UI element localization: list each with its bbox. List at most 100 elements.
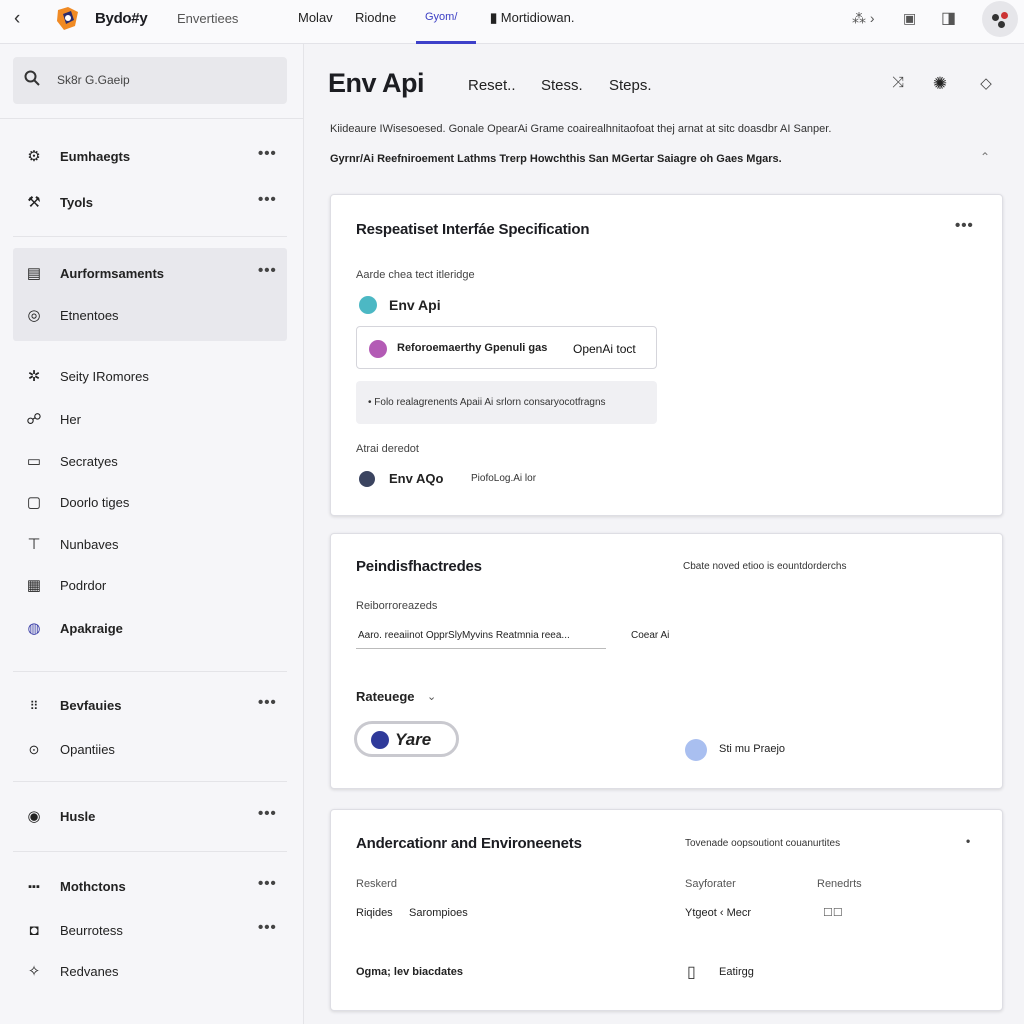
sidebar-item-seity-iromores[interactable]: ✲ Seity IRomores bbox=[0, 362, 303, 392]
nav-item-riodne[interactable]: Riodne bbox=[355, 10, 396, 25]
divider bbox=[13, 851, 287, 852]
more-icon[interactable]: ••• bbox=[258, 805, 277, 822]
more-icon[interactable]: • bbox=[966, 834, 971, 848]
column-header: Sayforater bbox=[685, 878, 736, 890]
section-heading[interactable]: Rateuege bbox=[356, 689, 415, 704]
more-icon[interactable]: ••• bbox=[258, 875, 277, 892]
sidebar-item-label: Podrdor bbox=[60, 578, 107, 593]
sidebar-item-label: Opantiies bbox=[60, 742, 115, 757]
nav-item-mortidiowan-label: Mortidiowan. bbox=[500, 10, 575, 25]
more-icon[interactable]: ••• bbox=[258, 919, 277, 936]
more-icon[interactable]: ••• bbox=[258, 191, 277, 208]
sidebar-item-tyols[interactable]: ⚒ Tyols ••• bbox=[0, 188, 303, 218]
avatar[interactable] bbox=[982, 1, 1018, 37]
env-name: Env Api bbox=[389, 297, 441, 313]
nav-bullet-icon: ▮ bbox=[490, 10, 501, 25]
sidebar-item-aurformsaments[interactable]: ▤ Aurformsaments ••• bbox=[0, 259, 303, 289]
device-icon: ▯ bbox=[687, 964, 696, 981]
share-icon[interactable]: ⤨ bbox=[888, 74, 908, 94]
env-select[interactable]: Reforoemaerthy Gpenuli gas OpenAi toct bbox=[356, 326, 657, 369]
sidebar-item-label: Apakraige bbox=[60, 621, 123, 636]
calendar-icon[interactable]: ▣ bbox=[903, 10, 916, 27]
sidebar-item-label: Secratyes bbox=[60, 454, 118, 469]
tab-stess[interactable]: Stess. bbox=[541, 77, 583, 94]
chevron-down-icon[interactable]: ⌄ bbox=[427, 690, 436, 703]
collapse-chevron-icon[interactable]: ⌃ bbox=[980, 150, 990, 164]
sidebar-item-eumhaegts[interactable]: ⚙ Eumhaegts ••• bbox=[0, 142, 303, 172]
gear-icon: ⚙ bbox=[27, 148, 41, 165]
text-input-value[interactable]: Aaro. reeaiinot OpprSlyMyvins Reatmnia r… bbox=[358, 630, 570, 641]
more-icon[interactable]: ••• bbox=[258, 694, 277, 711]
sidebar-item-beurrotess[interactable]: ◘ Beurrotess ••• bbox=[0, 916, 303, 946]
tab-steps[interactable]: Steps. bbox=[609, 77, 652, 94]
sidebar-item-nunbaves[interactable]: ⊤ Nunbaves bbox=[0, 530, 303, 560]
card-note: Cbate noved etioo is eountdorderchs bbox=[683, 561, 847, 572]
env-icon bbox=[359, 296, 377, 314]
table-cell: Ogma; lev biacdates bbox=[356, 966, 463, 978]
column-header: Reskerd bbox=[356, 878, 397, 890]
more-icon[interactable]: ••• bbox=[258, 145, 277, 162]
brand-name: Bydo#y bbox=[95, 10, 148, 27]
card-title: Respeatiset Interfáe Specification bbox=[356, 221, 590, 238]
briefcase-icon: ▢ bbox=[26, 494, 42, 511]
table-cell-icon[interactable]: ☐☐ bbox=[823, 906, 843, 919]
search-icon bbox=[24, 70, 40, 86]
bars-icon: ▪▪▪ bbox=[28, 881, 40, 893]
env-name: Env AQo bbox=[389, 471, 444, 486]
page-description: Kiideaure IWisesoesed. Gonale OpearAi Gr… bbox=[330, 123, 832, 135]
model-icon bbox=[369, 340, 387, 358]
divider bbox=[13, 781, 287, 782]
sidebar-item-label: Bevfauies bbox=[60, 698, 122, 713]
users-icon: ☍ bbox=[26, 411, 42, 428]
table-cell: Eatirgg bbox=[719, 966, 754, 978]
sidebar-item-husle[interactable]: ◉ Husle ••• bbox=[0, 802, 303, 832]
tab-reset[interactable]: Reset.. bbox=[468, 77, 516, 94]
sidebar-item-bevfauies[interactable]: ⠿ Bevfauies ••• bbox=[0, 691, 303, 721]
settings-icon: ✲ bbox=[27, 368, 41, 385]
sidebar-item-mothctons[interactable]: ▪▪▪ Mothctons ••• bbox=[0, 872, 303, 902]
info-note-text: • Folo realagrenents Apaii Ai srlorn con… bbox=[368, 397, 606, 408]
sidebar-item-etnentoes[interactable]: ◎ Etnentoes bbox=[0, 301, 303, 331]
page-subdescription: Gyrnr/Ai Reefniroement Lathms Trerp Howc… bbox=[330, 153, 782, 165]
openai-icon[interactable]: ✺ bbox=[930, 74, 950, 94]
dots-grid-icon: ⠿ bbox=[29, 699, 39, 713]
sidebar-item-secratyes[interactable]: ▭ Secratyes bbox=[0, 447, 303, 477]
more-icon[interactable]: ••• bbox=[258, 262, 277, 279]
page-title: Env Api bbox=[328, 68, 425, 98]
divider bbox=[13, 236, 287, 237]
sidebar-item-opantiies[interactable]: ⊙ Opantiies bbox=[0, 735, 303, 765]
search-input[interactable]: Sk8r G.Gaeip bbox=[13, 57, 287, 104]
circle-icon: ⊙ bbox=[28, 742, 40, 757]
window-icon[interactable]: ◨ bbox=[941, 8, 956, 28]
nav-item-gyom[interactable]: Gyom/ bbox=[425, 11, 457, 23]
more-icon[interactable]: ••• bbox=[955, 217, 974, 234]
card-title: Peindisfhactredes bbox=[356, 558, 482, 575]
language-badge[interactable]: Yare bbox=[354, 721, 459, 757]
sim-label[interactable]: Sti mu Praejo bbox=[719, 743, 785, 755]
sidebar-item-her[interactable]: ☍ Her bbox=[0, 405, 303, 435]
badge-label: Yare bbox=[395, 730, 432, 749]
nav-item-molav[interactable]: Molav bbox=[298, 10, 333, 25]
field-label: Reiborroreazeds bbox=[356, 600, 438, 612]
sidebar-item-redvanes[interactable]: ✧ Redvanes bbox=[0, 957, 303, 987]
openai-icon: ◍ bbox=[27, 620, 41, 637]
divider bbox=[13, 671, 287, 672]
diamond-icon[interactable]: ◇ bbox=[976, 74, 996, 94]
tab-envertiees[interactable]: Envertiees bbox=[177, 11, 238, 26]
code-icon[interactable]: ⁂ › bbox=[852, 10, 875, 27]
input-underline bbox=[356, 648, 606, 649]
nav-item-mortidiowan[interactable]: ▮ Mortidiowan. bbox=[490, 10, 574, 26]
sidebar-item-label: Seity IRomores bbox=[60, 369, 149, 384]
sidebar-item-podrdor[interactable]: ▦ Podrdor bbox=[0, 571, 303, 601]
app-logo[interactable] bbox=[54, 6, 82, 32]
sidebar-item-label: Aurformsaments bbox=[60, 266, 165, 281]
sidebar-item-doorlo-tiges[interactable]: ▢ Doorlo tiges bbox=[0, 488, 303, 518]
sidebar-item-apakraige[interactable]: ◍ Apakraige bbox=[0, 614, 303, 644]
tag-icon: ⊤ bbox=[27, 536, 41, 553]
info-note: • Folo realagrenents Apaii Ai srlorn con… bbox=[356, 381, 657, 424]
star-icon: ✧ bbox=[27, 963, 41, 980]
document-icon: ▤ bbox=[26, 265, 42, 282]
back-arrow-icon[interactable]: ‹ bbox=[14, 8, 20, 30]
sidebar-item-label: Eumhaegts bbox=[60, 149, 131, 164]
card-note: Tovenade oopsoutiont couanurtites bbox=[685, 838, 841, 849]
